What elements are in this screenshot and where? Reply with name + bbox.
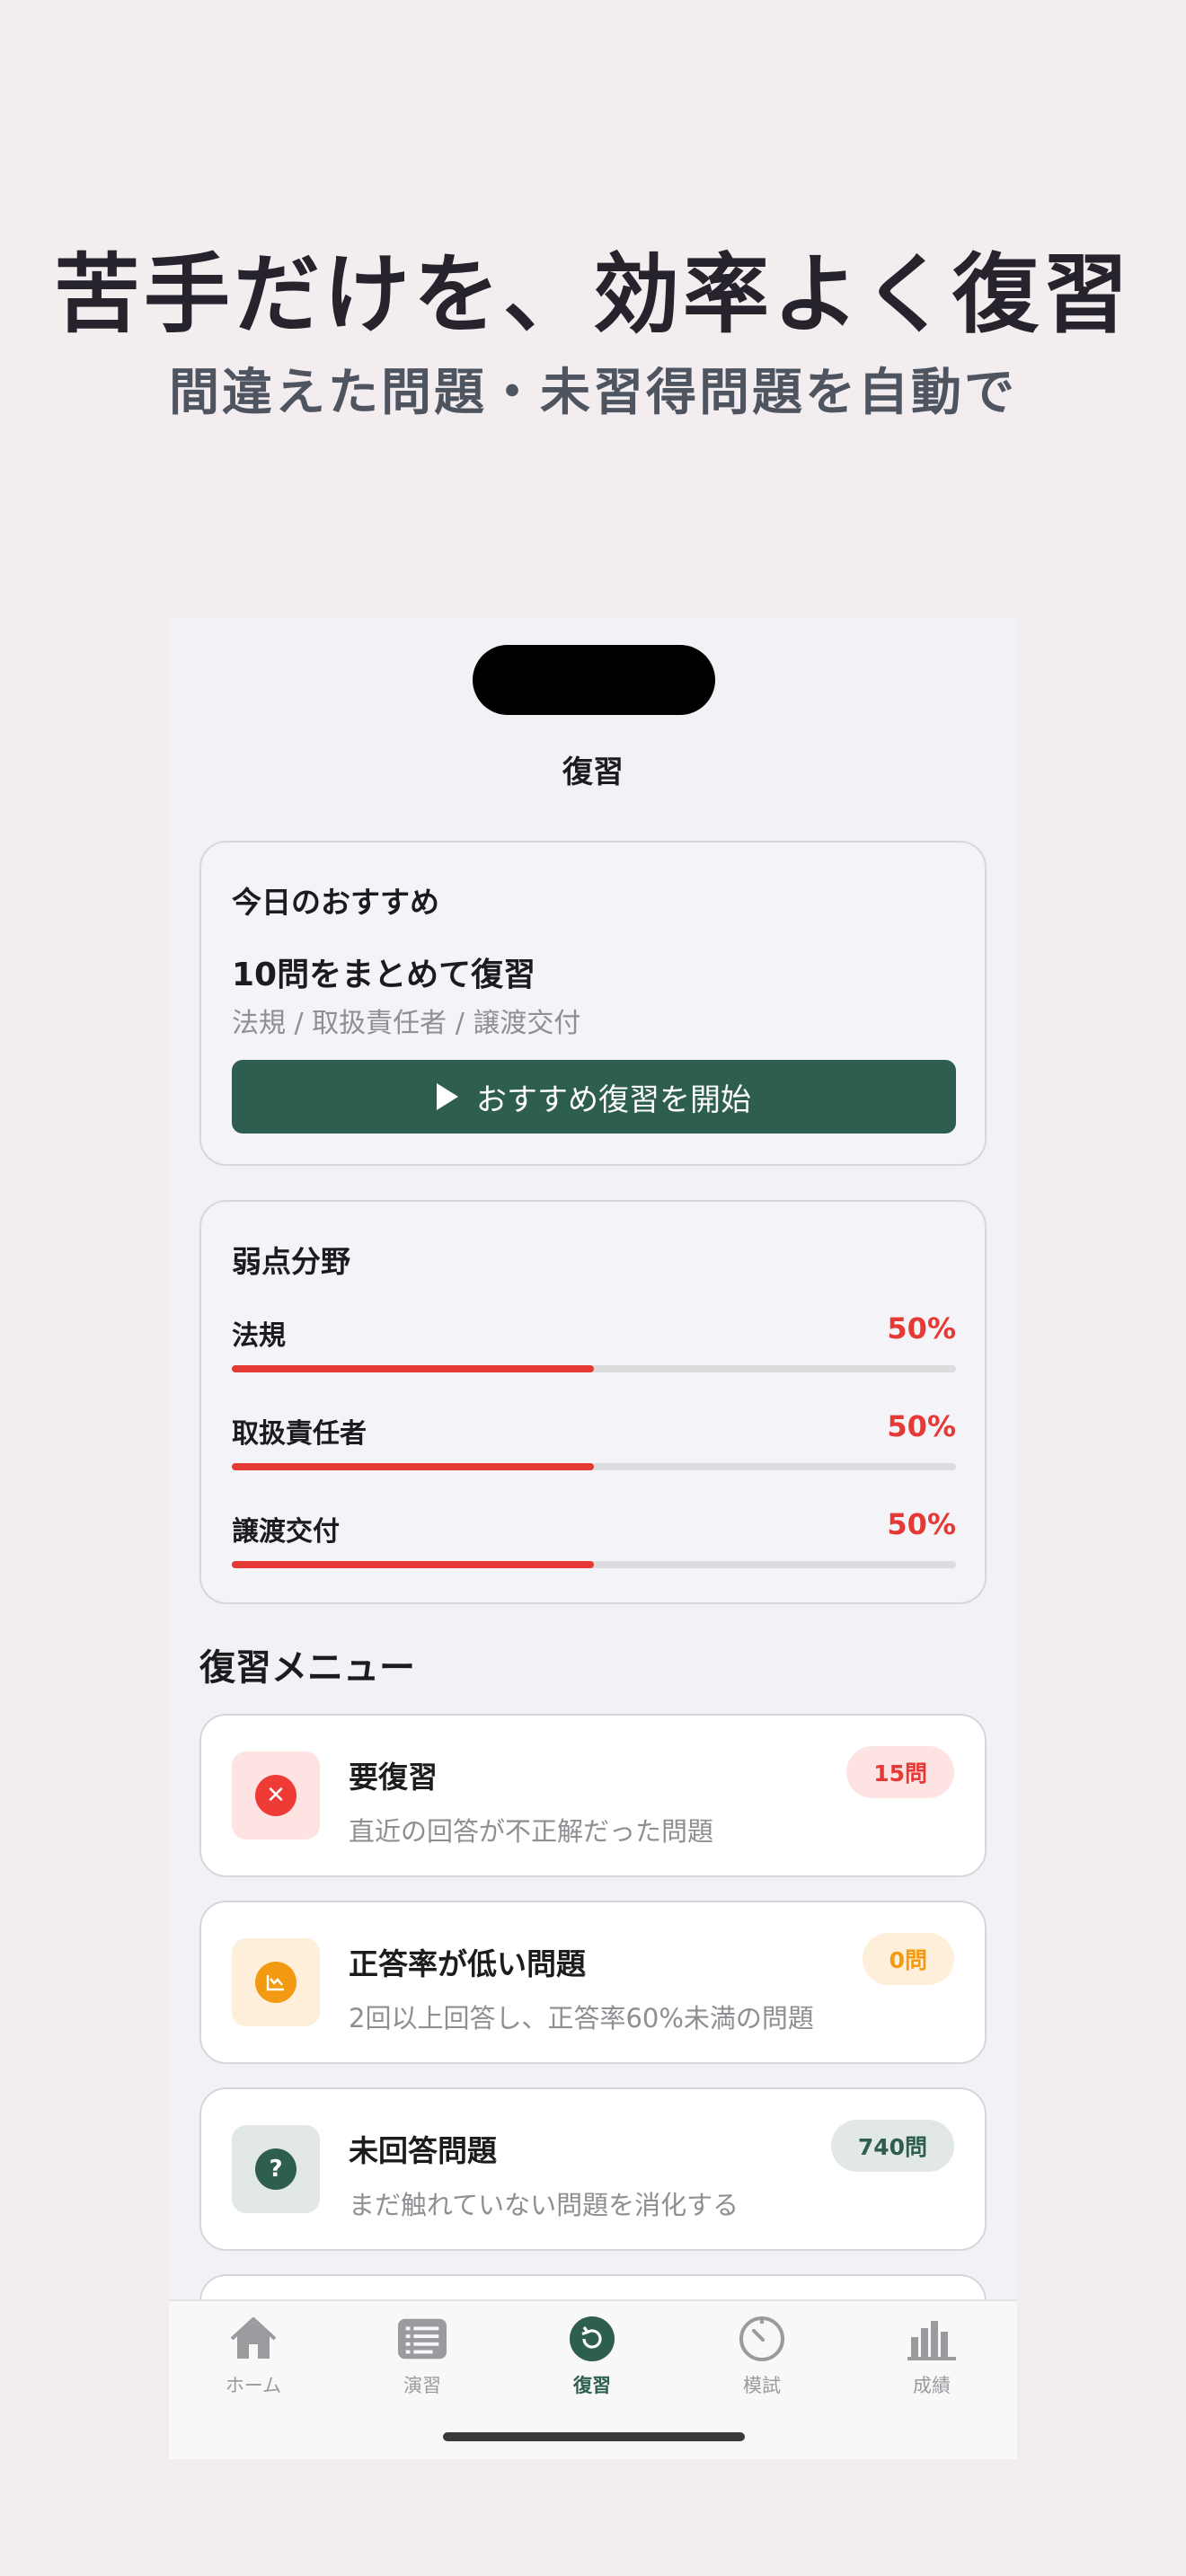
menu-icon-box: ? [232, 2125, 320, 2213]
recommendation-card: 今日のおすすめ 10問をまとめて復習 法規 / 取扱責任者 / 譲渡交付 おすす… [199, 841, 987, 1166]
tab-label: 復習 [573, 2375, 611, 2396]
x-circle-icon: ✕ [255, 1775, 296, 1816]
tab-results[interactable]: 成績 [847, 2314, 1016, 2404]
menu-item-subtitle: まだ触れていない問題を消化する [349, 2190, 739, 2220]
review-menu-item-low-accuracy[interactable]: 正答率が低い問題 2回以上回答し、正答率60%未満の問題 0問 [199, 1901, 987, 2064]
progress-fill [232, 1365, 594, 1372]
menu-item-title: 要復習 [349, 1760, 438, 1795]
menu-item-subtitle: 2回以上回答し、正答率60%未満の問題 [349, 2003, 814, 2033]
phone-screen: 復習 今日のおすすめ 10問をまとめて復習 法規 / 取扱責任者 / 譲渡交付 … [169, 618, 1017, 2459]
count-badge: 15問 [846, 1746, 954, 1798]
review-menu-item-unanswered[interactable]: ? 未回答問題 まだ触れていない問題を消化する 740問 [199, 2087, 987, 2251]
count-badge: 0問 [862, 1933, 954, 1985]
dynamic-island [473, 645, 715, 715]
progress-track [232, 1463, 956, 1470]
chart-down-icon [255, 1962, 296, 2003]
start-button-label: おすすめ復習を開始 [476, 1081, 751, 1118]
play-icon [437, 1083, 458, 1110]
weak-areas-card: 弱点分野 法規 50% 取扱責任者 50% 譲渡交付 50% [199, 1200, 987, 1604]
review-menu-title: 復習メニュー [199, 1647, 415, 1689]
tab-practice[interactable]: 演習 [338, 2314, 507, 2404]
weak-area-row: 法規 50% [232, 1311, 956, 1385]
list-icon [397, 2314, 447, 2364]
question-circle-icon: ? [255, 2148, 296, 2190]
review-menu-item-needs-review[interactable]: ✕ 要復習 直近の回答が不正解だった問題 15問 [199, 1714, 987, 1877]
menu-icon-box [232, 1938, 320, 2026]
tab-label: ホーム [225, 2375, 282, 2396]
progress-fill [232, 1561, 594, 1568]
hero-headline: 苦手だけを、効率よく復習 [54, 244, 1132, 345]
tab-home[interactable]: ホーム [169, 2314, 338, 2404]
menu-icon-box: ✕ [232, 1751, 320, 1839]
bar-chart-icon [907, 2314, 957, 2364]
count-badge: 740問 [830, 2120, 954, 2172]
hero-subheadline: 間違えた問題・未習得問題を自動で [169, 364, 1017, 422]
page-title: 復習 [562, 754, 624, 790]
start-recommended-review-button[interactable]: おすすめ復習を開始 [232, 1060, 956, 1134]
progress-track [232, 1365, 956, 1372]
review-icon [567, 2314, 617, 2364]
weak-area-row: 取扱責任者 50% [232, 1409, 956, 1483]
tab-label: 模試 [743, 2375, 781, 2396]
tab-review[interactable]: 復習 [508, 2314, 677, 2404]
menu-item-subtitle: 直近の回答が不正解だった問題 [349, 1816, 714, 1847]
menu-item-title: 未回答問題 [349, 2133, 497, 2168]
house-icon [228, 2314, 279, 2364]
progress-track [232, 1561, 956, 1568]
weak-area-percent: 50% [887, 1507, 956, 1541]
tab-mock-exam[interactable]: 模試 [677, 2314, 846, 2404]
tab-label: 演習 [403, 2375, 441, 2396]
recommendation-label: 今日のおすすめ [232, 885, 439, 920]
progress-fill [232, 1463, 594, 1470]
menu-item-title: 正答率が低い問題 [349, 1946, 586, 1981]
weak-area-name: 取扱責任者 [232, 1418, 367, 1450]
weak-area-percent: 50% [887, 1409, 956, 1443]
weak-area-row: 譲渡交付 50% [232, 1507, 956, 1581]
recommendation-title: 10問をまとめて復習 [232, 957, 536, 993]
recommendation-subtitle: 法規 / 取扱責任者 / 譲渡交付 [232, 1008, 581, 1039]
weak-area-percent: 50% [887, 1311, 956, 1345]
tab-label: 成績 [913, 2375, 951, 2396]
weak-area-name: 譲渡交付 [232, 1516, 340, 1548]
weak-area-name: 法規 [232, 1320, 286, 1352]
home-indicator [443, 2432, 745, 2441]
timer-icon [737, 2314, 787, 2364]
weak-areas-label: 弱点分野 [232, 1244, 350, 1279]
